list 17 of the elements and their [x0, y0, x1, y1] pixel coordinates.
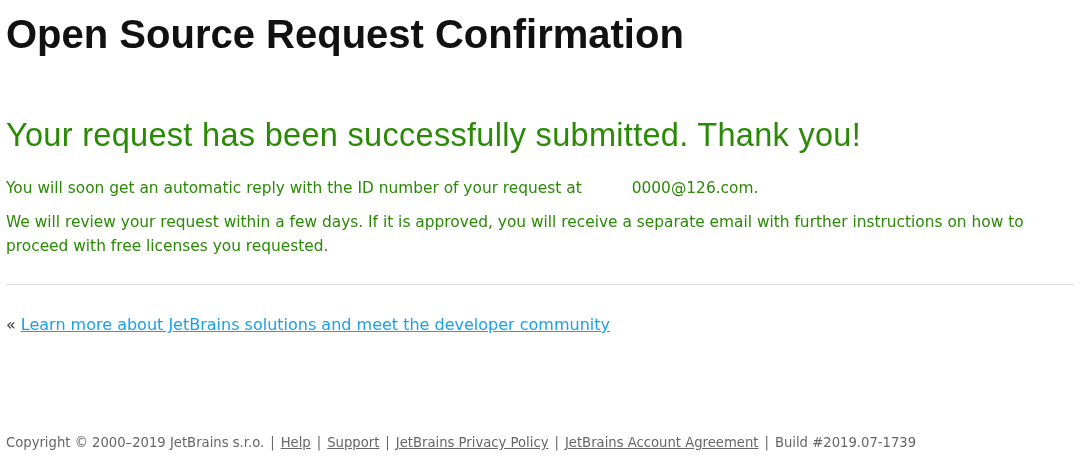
- footer-separator: |: [554, 434, 559, 453]
- message-text: We will review your request within a few days. If it is approved, you will receive a separate email with further instructions on how to proceed with free licenses you requested.: [6, 212, 1025, 257]
- footer-text: Copyright © 2000–2019 JetBrains s.r.o.: [6, 434, 265, 452]
- footer-link[interactable]: Support: [327, 433, 380, 453]
- page-title: Open Source Request Confirmation: [6, 11, 685, 58]
- success-heading: Your request has been successfully submitted. Thank you!: [6, 116, 863, 155]
- footer-separator: |: [316, 434, 322, 453]
- footer-link[interactable]: JetBrains Privacy Policy: [395, 433, 549, 453]
- footer-separator: |: [764, 434, 769, 453]
- back-marker: «: [6, 314, 16, 336]
- footer-link[interactable]: JetBrains Account Agreement: [564, 433, 759, 453]
- footer-separator: |: [385, 434, 390, 453]
- footer-separator: |: [270, 434, 275, 453]
- footer-text: Build #2019.07-1739: [774, 434, 917, 452]
- email-address: 0000@126.com.: [631, 178, 759, 199]
- footer-link[interactable]: Help: [280, 433, 311, 453]
- message-text: You will soon get an automatic reply with the ID number of your request at: [6, 178, 582, 199]
